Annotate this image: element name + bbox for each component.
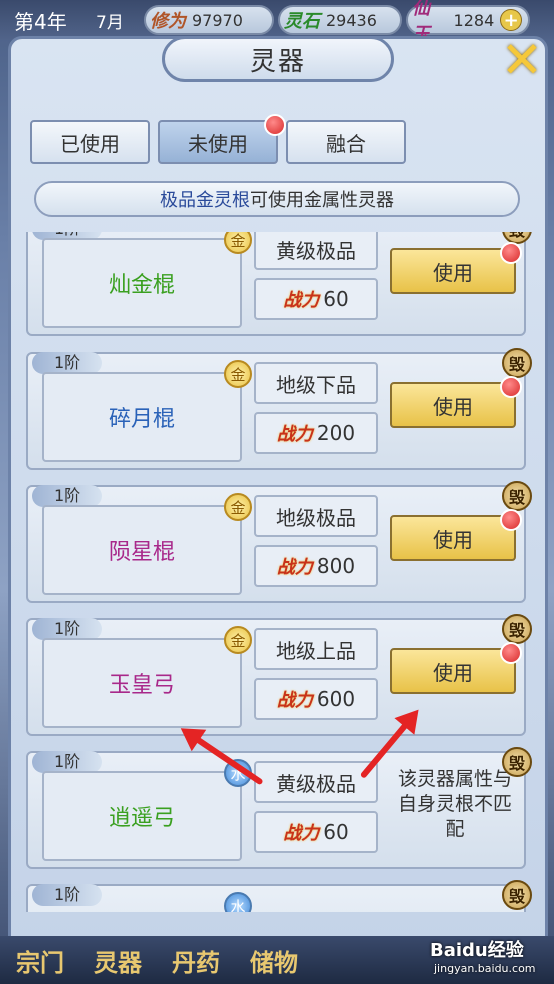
tab-fusion[interactable]: 融合 bbox=[286, 120, 406, 164]
tab-used[interactable]: 已使用 bbox=[30, 120, 150, 164]
notice-highlight: 极品金灵根 bbox=[160, 190, 250, 211]
mismatch-message: 该灵器属性与自身灵根不匹配 bbox=[397, 768, 512, 840]
notification-dot bbox=[500, 642, 522, 664]
resource-label: 修为 bbox=[150, 11, 186, 32]
list-item: 1阶 陨星棍 金 地级极品 战力 800 使用 毁 bbox=[26, 481, 532, 603]
month-label: 7月 bbox=[96, 12, 124, 33]
metal-element-icon: 金 bbox=[224, 232, 252, 254]
power-value: 200 bbox=[316, 421, 356, 445]
metal-element-icon: 金 bbox=[224, 493, 252, 521]
close-icon[interactable]: ✕ bbox=[496, 31, 548, 89]
destroy-icon[interactable]: 毁 bbox=[502, 747, 532, 777]
level-badge: 1阶 bbox=[32, 751, 102, 773]
power-value: 600 bbox=[316, 687, 356, 711]
level-badge: 1阶 bbox=[32, 618, 102, 640]
metal-element-icon: 金 bbox=[224, 360, 252, 388]
resource-cultivation: 修为 97970 bbox=[144, 5, 274, 35]
nav-storage[interactable]: 储物 bbox=[250, 943, 298, 978]
notification-dot bbox=[500, 242, 522, 264]
power-label: 战力 bbox=[283, 290, 320, 311]
destroy-icon[interactable]: 毁 bbox=[502, 614, 532, 644]
list-item: 1阶 碎月棍 金 地级下品 战力 200 使用 毁 bbox=[26, 348, 532, 470]
list-item: 1阶 灿金棍 金 黄级极品 战力60 使用 毁 bbox=[26, 232, 532, 336]
tab-bar: 已使用 未使用 融合 bbox=[30, 120, 406, 164]
notification-dot bbox=[500, 376, 522, 398]
item-grade: 黄级极品 bbox=[254, 761, 378, 803]
item-power: 战力 60 bbox=[254, 278, 378, 320]
item-name: 碎月棍 bbox=[42, 372, 242, 462]
tab-unused[interactable]: 未使用 bbox=[158, 120, 278, 164]
item-grade: 黄级极品 bbox=[254, 232, 378, 270]
level-badge: 1阶 bbox=[32, 485, 102, 507]
power-label: 战力 bbox=[283, 823, 320, 844]
use-button[interactable]: 使用 bbox=[390, 382, 516, 428]
use-button[interactable]: 使用 bbox=[390, 515, 516, 561]
list-item: 1阶 逍遥弓 水 黄级极品 战力 60 该灵器属性与自身灵根不匹配 毁 bbox=[26, 747, 532, 869]
notification-dot bbox=[264, 114, 286, 136]
level-badge: 1阶 bbox=[32, 352, 102, 374]
item-name: 陨星棍 bbox=[42, 505, 242, 595]
notification-dot bbox=[500, 509, 522, 531]
item-power: 战力 800 bbox=[254, 545, 378, 587]
destroy-icon[interactable]: 毁 bbox=[502, 481, 532, 511]
page-title: 灵器 bbox=[162, 36, 394, 82]
resource-label: 灵石 bbox=[284, 11, 320, 32]
resource-spirit-stone: 灵石 29436 bbox=[278, 5, 402, 35]
item-grade: 地级上品 bbox=[254, 628, 378, 670]
list-item: 1阶 水 毁 bbox=[26, 880, 532, 912]
power-value: 60 bbox=[323, 287, 349, 311]
power-value: 800 bbox=[316, 554, 356, 578]
list-item: 1阶 玉皇弓 金 地级上品 战力 600 使用 毁 bbox=[26, 614, 532, 736]
notice-text: 可使用金属性灵器 bbox=[250, 190, 394, 211]
power-value: 60 bbox=[323, 820, 349, 844]
item-name: 灿金棍 bbox=[42, 238, 242, 328]
item-grade: 地级下品 bbox=[254, 362, 378, 404]
resource-value: 29436 bbox=[326, 10, 377, 30]
use-button[interactable]: 使用 bbox=[390, 248, 516, 294]
nav-pill[interactable]: 丹药 bbox=[172, 943, 220, 978]
nav-sect[interactable]: 宗门 bbox=[16, 943, 64, 978]
destroy-icon[interactable]: 毁 bbox=[502, 880, 532, 910]
item-name: 逍遥弓 bbox=[42, 771, 242, 861]
item-grade: 地级极品 bbox=[254, 495, 378, 537]
level-badge: 1阶 bbox=[32, 884, 102, 906]
add-jade-icon[interactable]: + bbox=[500, 9, 522, 31]
power-label: 战力 bbox=[276, 424, 313, 445]
watermark-url: jingyan.baidu.com bbox=[434, 962, 536, 975]
notice-banner: 极品金灵根 可使用金属性灵器 bbox=[34, 181, 520, 217]
watermark-brand: Baidu经验 bbox=[430, 940, 524, 961]
power-label: 战力 bbox=[276, 557, 313, 578]
metal-element-icon: 金 bbox=[224, 626, 252, 654]
year-label: 第4年 bbox=[14, 9, 67, 34]
item-power: 战力 60 bbox=[254, 811, 378, 853]
destroy-icon[interactable]: 毁 bbox=[502, 348, 532, 378]
nav-artifact[interactable]: 灵器 bbox=[94, 943, 142, 978]
item-power: 战力 600 bbox=[254, 678, 378, 720]
resource-value: 1284 bbox=[453, 10, 495, 30]
status-bar: 第4年 7月 修为 97970 灵石 29436 仙玉 1284 + bbox=[0, 0, 554, 45]
use-button[interactable]: 使用 bbox=[390, 648, 516, 694]
item-power: 战力 200 bbox=[254, 412, 378, 454]
resource-value: 97970 bbox=[192, 10, 243, 30]
item-name: 玉皇弓 bbox=[42, 638, 242, 728]
item-list[interactable]: 1阶 灿金棍 金 黄级极品 战力60 使用 毁 1阶 碎月棍 金 地级下品 战力… bbox=[24, 232, 532, 912]
water-element-icon: 水 bbox=[224, 892, 252, 912]
power-label: 战力 bbox=[276, 690, 313, 711]
